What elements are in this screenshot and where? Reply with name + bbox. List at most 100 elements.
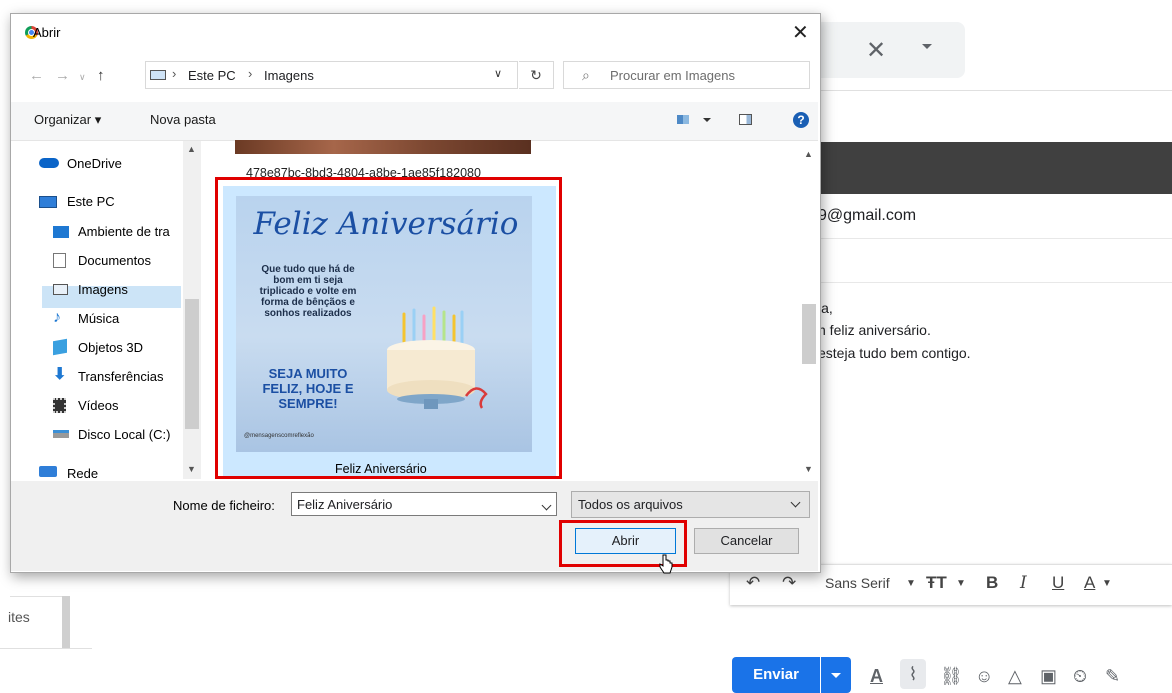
pictures-icon [53, 284, 68, 295]
compose-body-line[interactable]: esteja tudo bem contigo. [818, 345, 971, 361]
recent-caret-icon[interactable]: ∨ [79, 72, 86, 83]
send-options-button[interactable] [821, 657, 851, 693]
change-view-icon[interactable] [677, 115, 689, 124]
filename-input[interactable]: Feliz Aniversário [291, 492, 557, 516]
nav-item-documentos[interactable]: Documentos [78, 253, 151, 268]
clear-search-icon[interactable]: ✕ [866, 36, 886, 65]
divider [820, 90, 1172, 91]
emoji-icon[interactable]: ☺ [975, 666, 993, 687]
refresh-icon[interactable]: ↻ [519, 61, 554, 89]
back-arrow-icon[interactable]: ← [29, 67, 44, 84]
size-caret-icon[interactable]: ▼ [956, 578, 966, 589]
downloads-icon: ⬇ [53, 366, 67, 383]
underline-icon[interactable]: U [1052, 573, 1064, 593]
chevron-down-icon[interactable]: ∨ [494, 67, 502, 80]
address-bar[interactable]: › Este PC › Imagens ∨ [145, 61, 518, 89]
filename-label: Nome de ficheiro: [173, 498, 275, 513]
signature-icon[interactable]: ✎ [1105, 666, 1120, 687]
highlight-box [215, 177, 562, 479]
new-folder-button[interactable]: Nova pasta [150, 112, 216, 127]
pc-icon [39, 196, 57, 208]
nav-item-este-pc[interactable]: Este PC [67, 194, 115, 209]
scroll-down-icon[interactable]: ▼ [187, 464, 196, 474]
nav-item-disco-local[interactable]: Disco Local (C:) [78, 427, 170, 442]
divider [820, 238, 1172, 239]
filetype-value: Todos os arquivos [578, 497, 683, 512]
scroll-down-icon[interactable]: ▼ [804, 464, 813, 474]
chevron-down-icon[interactable] [541, 500, 552, 511]
nav-item-musica[interactable]: Música [78, 311, 119, 326]
search-input[interactable]: ⌕ Procurar em Imagens [563, 61, 810, 89]
3d-objects-icon [53, 338, 67, 356]
drive-icon[interactable]: △ [1008, 666, 1022, 687]
font-select[interactable]: Sans Serif [825, 575, 890, 591]
network-icon [39, 466, 57, 477]
videos-icon [53, 398, 66, 413]
search-placeholder: Procurar em Imagens [610, 68, 735, 83]
send-button[interactable]: Enviar [732, 657, 820, 693]
bold-icon[interactable]: B [986, 573, 998, 593]
documents-icon [53, 253, 66, 268]
chevron-down-icon [790, 497, 801, 508]
local-disk-icon [53, 430, 69, 438]
chevron-down-icon [831, 673, 841, 678]
link-icon[interactable]: ⛓ [940, 666, 963, 687]
attach-icon[interactable]: ⌇ [900, 659, 926, 689]
open-file-dialog: Abrir ✕ ← → ∨ ↑ › Este PC › Imagens ∨ ↻ … [10, 13, 821, 574]
nav-scrollbar-thumb[interactable] [185, 299, 199, 429]
compose-body-line[interactable]: n feliz aniversário. [818, 322, 931, 338]
color-caret-icon[interactable]: ▼ [1102, 578, 1112, 589]
breadcrumb-este-pc[interactable]: Este PC [188, 68, 236, 83]
forward-arrow-icon[interactable]: → [55, 67, 70, 84]
view-options-caret-icon[interactable] [703, 118, 711, 122]
file-thumbnail[interactable] [235, 140, 531, 154]
close-icon[interactable]: ✕ [792, 20, 809, 45]
nav-item-onedrive[interactable]: OneDrive [67, 156, 122, 171]
nav-item-rede[interactable]: Rede [67, 466, 98, 481]
nav-item-objetos-3d[interactable]: Objetos 3D [78, 340, 143, 355]
preview-pane-icon[interactable] [739, 114, 752, 125]
scroll-up-icon[interactable]: ▲ [804, 149, 813, 159]
breadcrumb-imagens[interactable]: Imagens [264, 68, 314, 83]
cancel-button[interactable]: Cancelar [694, 528, 799, 554]
text-color-icon[interactable]: A [1084, 573, 1095, 593]
content-scrollbar-thumb[interactable] [802, 304, 816, 364]
up-arrow-icon[interactable]: ↑ [97, 67, 105, 84]
dialog-title: Abrir [33, 25, 61, 40]
pc-icon [150, 70, 166, 80]
organize-menu[interactable]: Organizar ▾ [34, 112, 101, 128]
italic-icon[interactable]: I [1020, 573, 1027, 593]
undo-icon[interactable]: ↶ [746, 573, 760, 593]
nav-item-desktop[interactable]: Ambiente de tra [78, 224, 170, 239]
divider [0, 648, 92, 649]
scroll-up-icon[interactable]: ▲ [187, 144, 196, 154]
formatting-options-icon[interactable]: A [870, 666, 883, 687]
confidential-mode-icon[interactable]: ⏲ [1073, 666, 1087, 687]
breadcrumb-separator: › [248, 66, 253, 81]
nav-item-videos[interactable]: Vídeos [78, 398, 118, 413]
nav-item-imagens[interactable]: Imagens [78, 282, 128, 297]
mouse-pointer-icon [659, 554, 673, 574]
insert-photo-icon[interactable]: ▣ [1040, 666, 1057, 687]
filename-value: Feliz Aniversário [297, 497, 393, 512]
search-icon: ⌕ [582, 67, 590, 83]
desktop-icon [53, 226, 69, 238]
onedrive-icon [39, 158, 59, 168]
filetype-select[interactable]: Todos os arquivos [571, 491, 810, 518]
breadcrumb-separator: › [172, 66, 177, 81]
dialog-toolbar: Organizar ▾ Nova pasta ? [11, 102, 818, 141]
help-icon[interactable]: ? [793, 112, 809, 128]
text-size-icon[interactable]: ŦT [926, 573, 947, 593]
divider [820, 282, 1172, 283]
gmail-search-bar[interactable] [820, 22, 965, 78]
compose-recipient[interactable]: 9@gmail.com [818, 207, 916, 225]
compose-header [820, 142, 1172, 194]
sidebar-scrollbar[interactable] [62, 596, 70, 648]
music-icon: ♪ [53, 309, 61, 326]
nav-item-transferencias[interactable]: Transferências [78, 369, 164, 384]
divider [10, 596, 70, 597]
font-caret-icon[interactable]: ▼ [906, 578, 916, 589]
sidebar-label-fragment[interactable]: ites [8, 609, 30, 625]
redo-icon[interactable]: ↷ [782, 573, 796, 593]
search-options-caret-icon[interactable] [922, 44, 932, 49]
